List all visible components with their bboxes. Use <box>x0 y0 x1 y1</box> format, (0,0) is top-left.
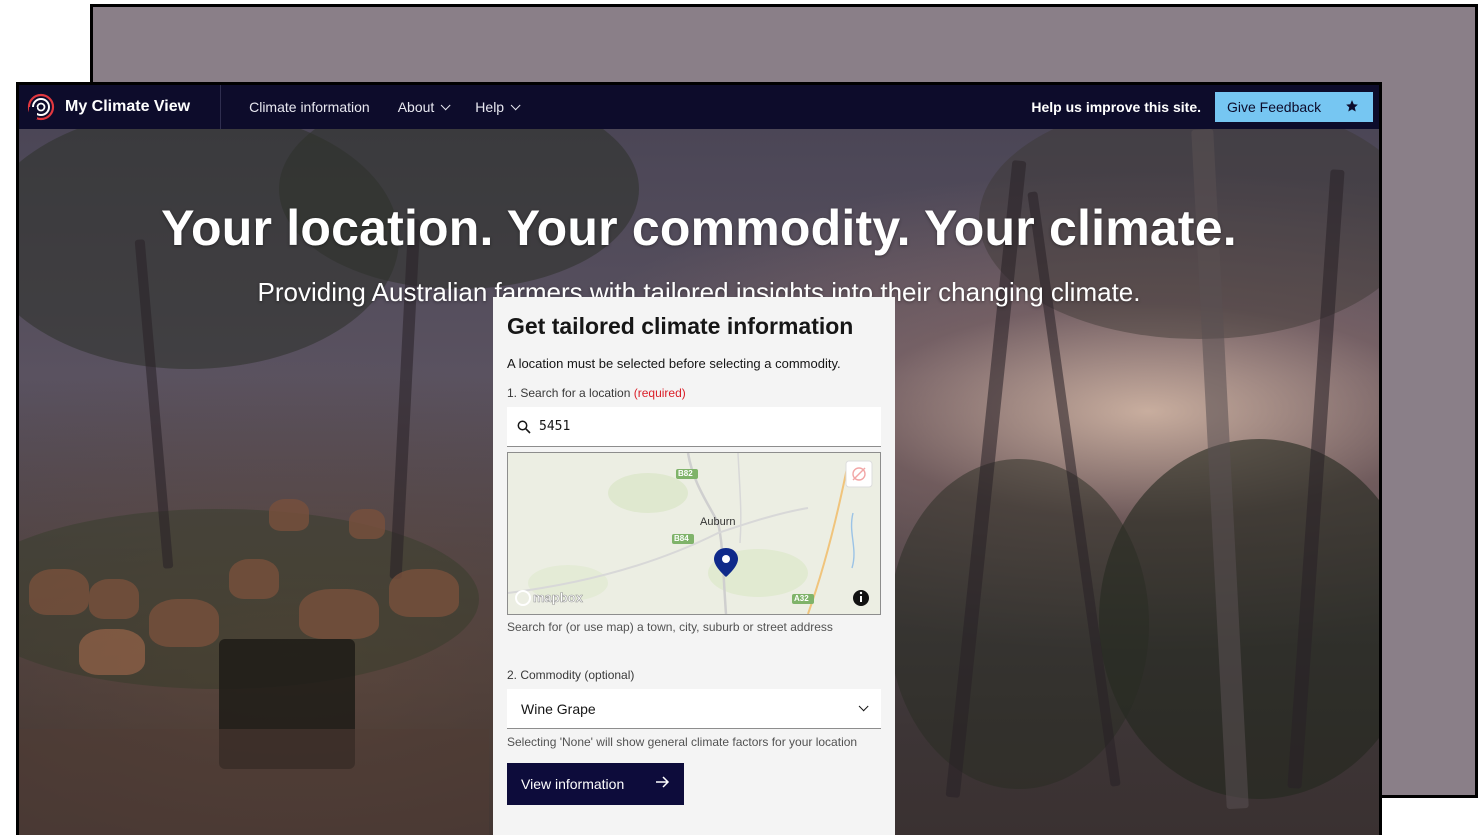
hero-section: Your location. Your commodity. Your clim… <box>19 89 1379 835</box>
location-label: 1. Search for a location (required) <box>507 386 881 400</box>
commodity-select[interactable]: Wine Grape <box>507 689 881 729</box>
nav-climate-information[interactable]: Climate information <box>249 99 370 115</box>
search-value: 5451 <box>539 419 571 434</box>
nav-help[interactable]: Help <box>475 99 521 115</box>
dirt-path-shape <box>19 729 489 835</box>
arrow-right-icon <box>656 775 670 793</box>
commodity-value: Wine Grape <box>521 700 596 717</box>
cattle-shape <box>269 499 309 531</box>
card-note: A location must be selected before selec… <box>507 356 841 371</box>
road-label-a32: A32 <box>794 594 809 603</box>
climate-info-card: Get tailored climate information A locat… <box>493 297 895 835</box>
location-map[interactable]: B82 B84 A32 Auburn mapbox <box>507 452 881 615</box>
nav-link-label: Help <box>475 99 505 115</box>
mapbox-attribution[interactable]: mapbox <box>533 590 583 606</box>
feedback-label: Give Feedback <box>1227 99 1322 115</box>
cattle-shape <box>299 589 379 639</box>
cattle-shape <box>229 559 279 599</box>
card-title: Get tailored climate information <box>507 313 854 339</box>
nav-link-label: About <box>397 99 435 115</box>
location-pin-icon <box>714 548 738 578</box>
view-information-button[interactable]: View information <box>507 763 684 805</box>
location-search-input[interactable]: 5451 <box>507 407 881 447</box>
cattle-shape <box>349 509 385 539</box>
brand-name: My Climate View <box>65 98 191 115</box>
chevron-down-icon <box>440 99 451 110</box>
location-label-text: 1. Search for a location <box>507 386 631 400</box>
map-geolocate-icon[interactable] <box>846 461 872 487</box>
commodity-label: 2. Commodity (optional) <box>507 668 635 682</box>
cattle-shape <box>149 599 219 647</box>
chevron-down-icon <box>858 701 869 712</box>
cattle-shape <box>29 569 89 615</box>
search-icon <box>517 420 531 434</box>
road-label-b82: B82 <box>678 469 693 478</box>
road-label-b84: B84 <box>674 534 689 543</box>
required-text: (required) <box>633 386 686 400</box>
map-help-text: Search for (or use map) a town, city, su… <box>507 620 833 634</box>
map-town-label: Auburn <box>700 516 736 528</box>
nav-about[interactable]: About <box>397 99 451 115</box>
map-info-icon[interactable] <box>853 590 869 606</box>
cattle-shape <box>89 579 139 619</box>
hero-title: Your location. Your commodity. Your clim… <box>161 200 1237 256</box>
browser-window: My Climate View Climate information Abou… <box>16 82 1382 835</box>
cattle-shape <box>79 629 145 675</box>
view-information-label: View information <box>521 776 625 792</box>
star-icon <box>1345 99 1359 116</box>
top-nav: My Climate View Climate information Abou… <box>19 85 1379 129</box>
logo-icon <box>27 93 55 121</box>
cattle-shape <box>389 569 459 617</box>
chevron-down-icon <box>510 99 521 110</box>
brand-link[interactable]: My Climate View <box>19 85 222 129</box>
commodity-help-text: Selecting 'None' will show general clima… <box>507 735 858 749</box>
help-improve-text: Help us improve this site. <box>1031 99 1201 115</box>
nav-link-label: Climate information <box>249 99 370 115</box>
give-feedback-button[interactable]: Give Feedback <box>1215 92 1373 122</box>
